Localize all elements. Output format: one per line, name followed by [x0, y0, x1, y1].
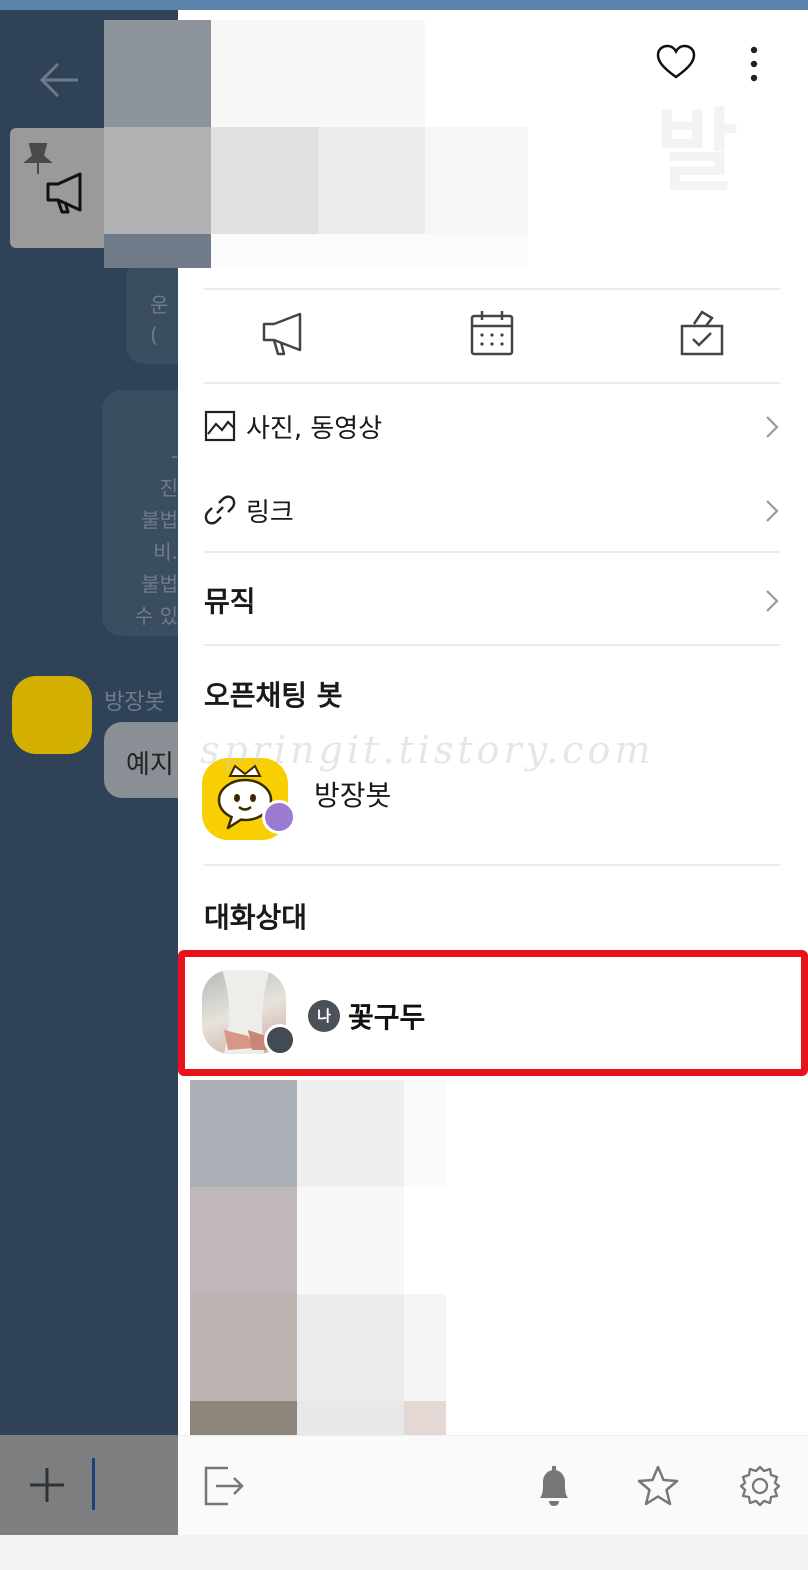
- bot-name[interactable]: 방장봇: [314, 774, 391, 814]
- heart-icon[interactable]: [656, 44, 696, 80]
- redacted-block: [104, 20, 211, 127]
- bot-badge-icon: [262, 800, 296, 834]
- redacted-block: [211, 234, 528, 268]
- chevron-right-icon: [766, 500, 779, 522]
- menu-links[interactable]: 링크: [204, 480, 780, 540]
- chevron-right-icon: [766, 416, 779, 438]
- divider: [204, 382, 780, 384]
- calendar-icon[interactable]: [468, 308, 516, 358]
- plus-icon[interactable]: [28, 1466, 66, 1504]
- redacted-block: [190, 1401, 297, 1435]
- redacted-block: [104, 234, 211, 268]
- redacted-block: [104, 127, 211, 234]
- profile-badge-icon: [264, 1024, 296, 1056]
- status-strip: [0, 0, 808, 10]
- message-bubble: 예지: [104, 722, 178, 798]
- watermark: springit.tistory.com: [200, 728, 655, 772]
- redacted-block: [297, 1080, 404, 1187]
- sender-name: 방장봇: [104, 690, 165, 715]
- redacted-block: [211, 127, 318, 234]
- megaphone-icon[interactable]: [260, 308, 308, 358]
- divider: [204, 288, 780, 290]
- chevron-right-icon: [766, 590, 779, 612]
- watermark-logo: 발: [655, 99, 738, 204]
- me-badge: 나: [308, 1000, 340, 1032]
- bell-icon[interactable]: [532, 1464, 576, 1508]
- section-title-members: 대화상대: [204, 901, 308, 934]
- vote-icon[interactable]: [678, 308, 726, 358]
- redacted-block: [297, 1187, 404, 1294]
- redacted-block: [297, 1401, 404, 1435]
- text-cursor: [92, 1458, 95, 1510]
- message-input-bar[interactable]: [0, 1435, 178, 1535]
- redacted-block: [211, 20, 425, 127]
- more-vertical-icon[interactable]: [746, 44, 762, 88]
- megaphone-icon: [46, 172, 82, 214]
- chat-bubble-text: - 진 불법 비. 불법 수 있: [134, 444, 178, 628]
- menu-label: 사진, 동영상: [246, 413, 383, 444]
- redacted-block: [404, 1080, 446, 1187]
- star-icon[interactable]: [636, 1464, 680, 1508]
- redacted-block: [190, 1187, 297, 1294]
- menu-label: 링크: [246, 497, 294, 528]
- redacted-block: [318, 127, 425, 234]
- redacted-block: [297, 1294, 404, 1401]
- redacted-block: [425, 127, 528, 234]
- redacted-block: [190, 1080, 297, 1187]
- divider: [204, 551, 780, 553]
- menu-photos-videos[interactable]: 사진, 동영상: [204, 396, 780, 456]
- member-name: 꽃구두: [348, 1001, 426, 1034]
- chat-bubble-text: 운 (: [150, 293, 169, 347]
- menu-label: 뮤직: [204, 585, 256, 618]
- drawer-footer: [178, 1435, 808, 1535]
- redacted-block: [404, 1294, 446, 1401]
- section-title-bots: 오픈채팅 봇: [204, 679, 343, 712]
- image-icon: [204, 410, 236, 442]
- nav-area: [0, 1535, 808, 1570]
- redacted-block: [404, 1401, 446, 1435]
- link-icon: [204, 495, 236, 525]
- back-arrow-icon[interactable]: [38, 60, 82, 100]
- menu-music[interactable]: 뮤직: [204, 570, 780, 630]
- redacted-block: [190, 1294, 297, 1401]
- exit-icon[interactable]: [202, 1464, 246, 1508]
- divider: [204, 864, 780, 866]
- gear-icon[interactable]: [738, 1464, 782, 1508]
- bot-avatar[interactable]: [12, 676, 92, 754]
- divider: [204, 644, 780, 646]
